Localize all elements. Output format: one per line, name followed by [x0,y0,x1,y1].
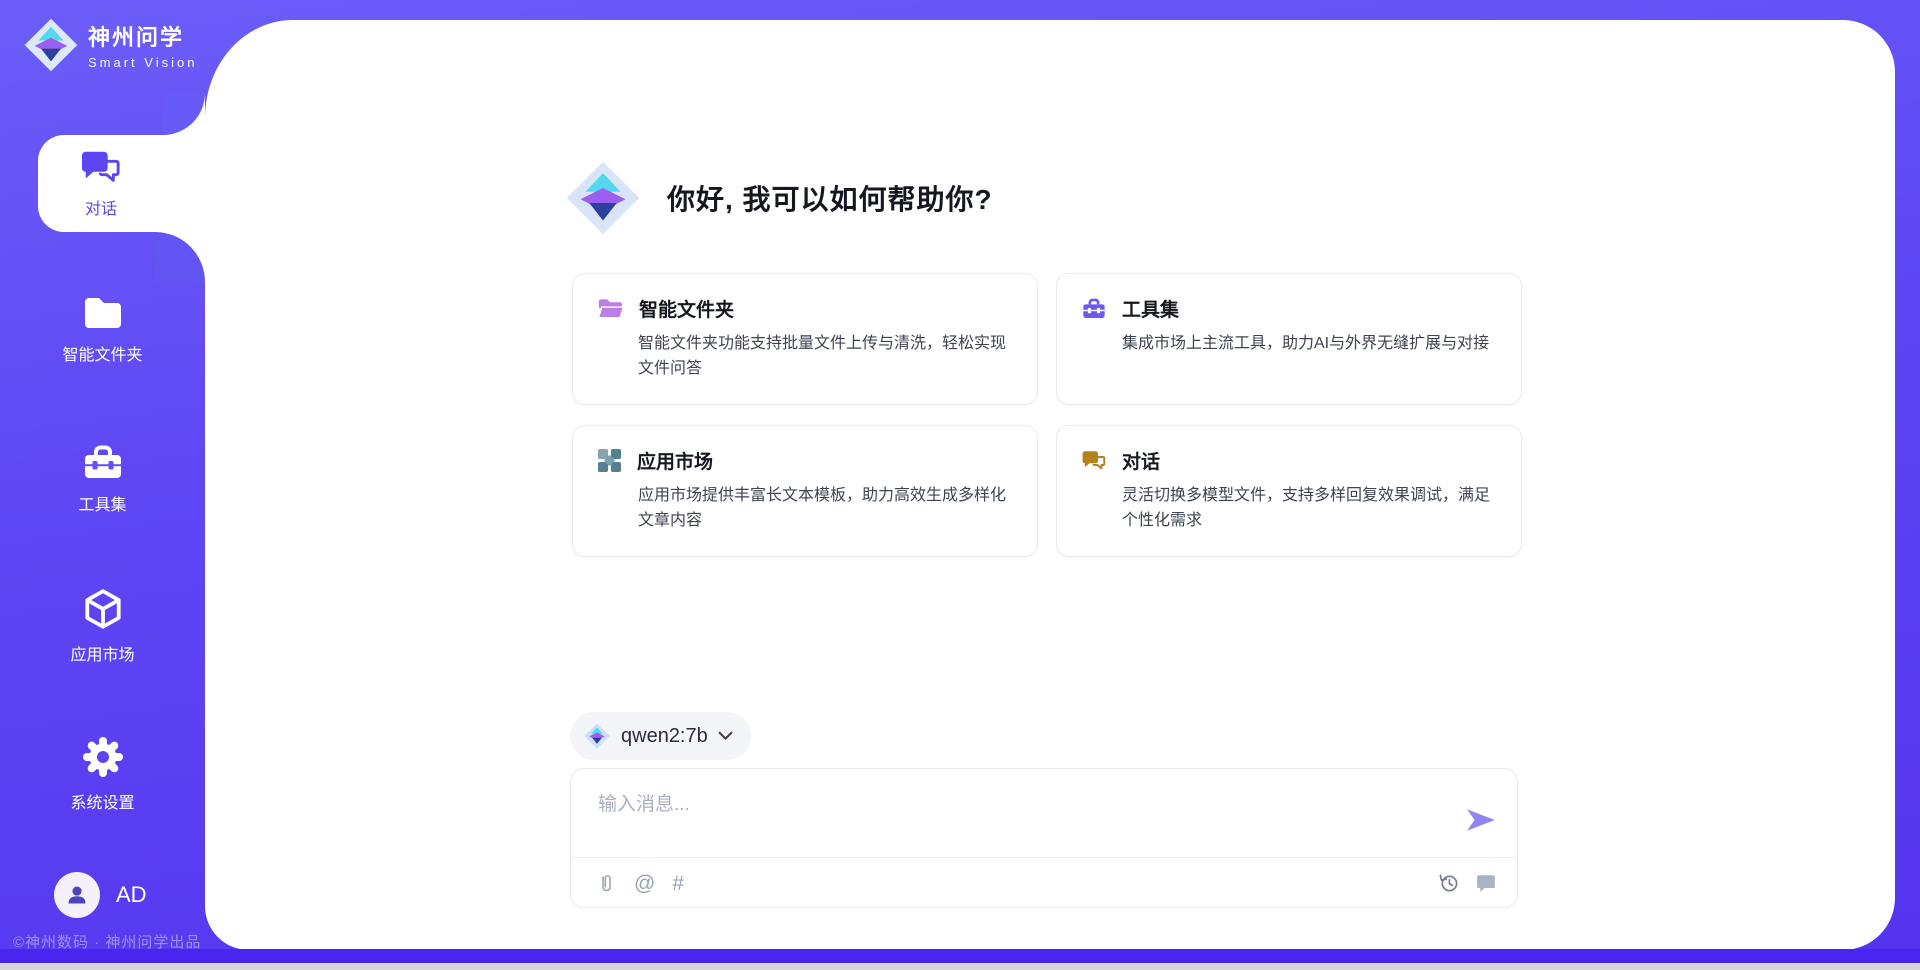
message-composer: @ # [570,768,1518,908]
chat-bubbles-icon [80,148,122,188]
send-button[interactable] [1465,807,1497,833]
topic-button[interactable]: # [672,873,684,894]
card-smart-folder[interactable]: 智能文件夹 智能文件夹功能支持批量文件上传与清洗，轻松实现文件问答 [572,273,1038,405]
history-button[interactable] [1438,872,1460,894]
sidebar-item-label: 对话 [85,195,117,219]
feature-cards: 智能文件夹 智能文件夹功能支持批量文件上传与清洗，轻松实现文件问答 工具集 集成… [572,273,1522,557]
brand-subtitle: Smart Vision [88,55,197,70]
brand-name: 神州问学 [88,20,197,52]
toolbox-icon [1081,296,1107,321]
cube-icon [82,588,124,632]
app-grid-icon [597,448,622,473]
folder-open-icon [597,297,624,321]
send-icon [1465,807,1497,833]
card-title: 对话 [1122,447,1160,474]
sidebar-item-smart-folder[interactable]: 智能文件夹 [0,294,205,365]
brand-diamond-icon [22,16,80,74]
model-selector[interactable]: qwen2:7b [570,712,751,760]
avatar [54,872,100,918]
user-profile[interactable]: AD [54,872,147,918]
folder-icon [81,294,125,332]
tab-curve-top [163,93,205,135]
card-title: 工具集 [1122,295,1179,322]
chat-bubbles-icon [1081,449,1107,473]
card-title: 智能文件夹 [639,295,734,322]
card-description: 应用市场提供丰富长文本模板，助力高效生成多样化文章内容 [638,483,1013,533]
person-icon [64,882,90,908]
comment-icon [1475,872,1497,894]
greeting-block: 你好, 我可以如何帮助你? [563,158,993,238]
card-toolset[interactable]: 工具集 集成市场上主流工具，助力AI与外界无缝扩展与对接 [1056,273,1522,405]
message-input[interactable] [596,787,1440,843]
feedback-button[interactable] [1475,872,1497,894]
greeting-title: 你好, 我可以如何帮助你? [667,178,993,218]
composer-toolbar: @ # [596,858,1497,908]
bottom-accent-bar [0,949,1920,963]
gear-icon [80,734,126,780]
sidebar: 神州问学 Smart Vision 对话 智能文件夹 [0,0,205,950]
card-description: 集成市场上主流工具，助力AI与外界无缝扩展与对接 [1122,331,1497,356]
model-diamond-icon [583,722,611,750]
tab-curve-bottom [155,232,205,282]
card-description: 灵活切换多模型文件，支持多样回复效果调试，满足个性化需求 [1122,483,1497,533]
app-window: 神州问学 Smart Vision 对话 智能文件夹 [0,0,1920,970]
card-description: 智能文件夹功能支持批量文件上传与清洗，轻松实现文件问答 [638,331,1013,381]
mention-button[interactable]: @ [634,873,655,894]
sidebar-item-toolset[interactable]: 工具集 [0,442,205,515]
brand-logo: 神州问学 Smart Vision [22,16,197,74]
at-icon: @ [634,873,655,894]
card-chat[interactable]: 对话 灵活切换多模型文件，支持多样回复效果调试，满足个性化需求 [1056,425,1522,557]
sidebar-item-settings[interactable]: 系统设置 [0,734,205,813]
bottom-edge-strip [0,963,1920,970]
hash-icon: # [672,873,684,894]
sidebar-item-label: 应用市场 [70,641,134,665]
sidebar-item-label: 智能文件夹 [62,341,142,365]
user-name: AD [116,882,147,908]
paperclip-icon [596,872,617,895]
sidebar-item-chat[interactable]: 对话 [38,135,205,232]
sidebar-item-label: 工具集 [78,491,126,515]
toolbox-icon [81,442,125,482]
card-app-market[interactable]: 应用市场 应用市场提供丰富长文本模板，助力高效生成多样化文章内容 [572,425,1038,557]
card-title: 应用市场 [637,447,713,474]
history-icon [1438,872,1460,894]
main-content: 你好, 我可以如何帮助你? 智能文件夹 智能文件夹功能支持批量文件上传与清洗，轻… [205,20,1895,950]
assistant-diamond-icon [563,158,643,238]
model-name: qwen2:7b [621,725,708,748]
sidebar-item-app-market[interactable]: 应用市场 [0,588,205,665]
sidebar-item-label: 系统设置 [70,789,134,813]
chevron-down-icon [718,731,733,741]
attach-file-button[interactable] [596,872,617,895]
